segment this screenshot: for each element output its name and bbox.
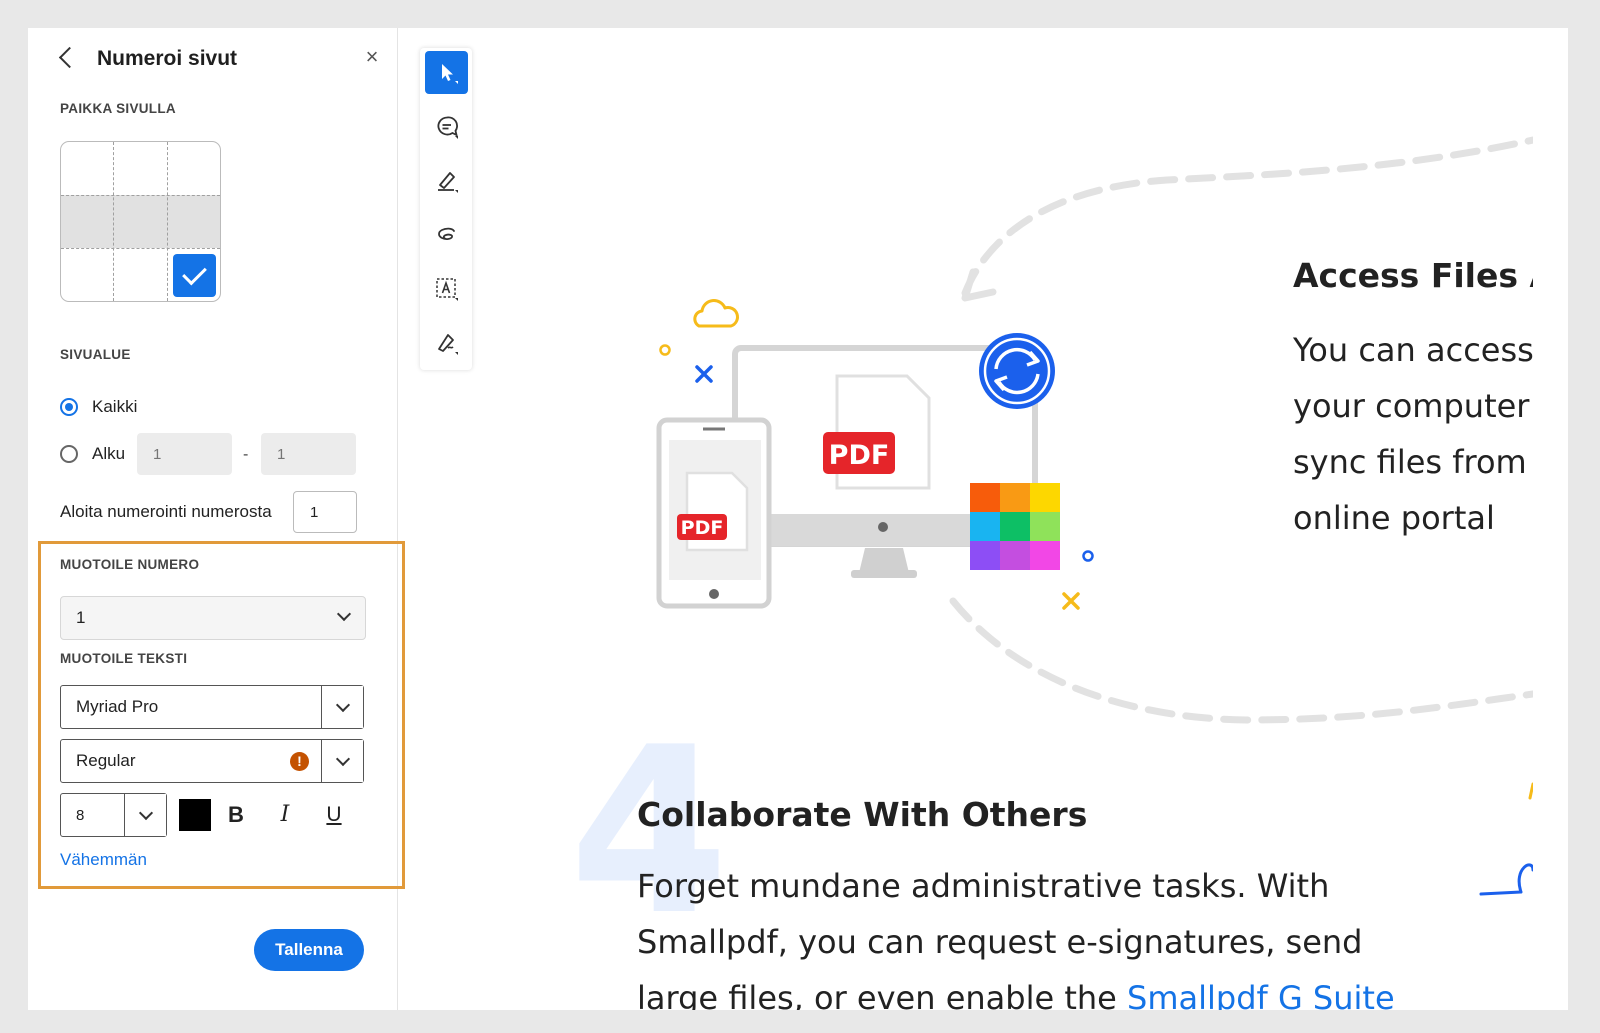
close-button[interactable]: × <box>360 45 384 69</box>
start-number-input[interactable] <box>293 491 357 533</box>
show-less-link[interactable]: Vähemmän <box>60 850 147 870</box>
range-start-option[interactable]: Alku <box>60 442 125 466</box>
range-start-radio[interactable] <box>60 445 78 463</box>
app-window: Numeroi sivut × PAIKKA SIVULLA SIVUALUE … <box>28 28 1568 1010</box>
back-button[interactable] <box>54 44 78 72</box>
cursor-arrow-icon <box>441 63 458 84</box>
cloud-icon <box>693 299 739 328</box>
font-style-select[interactable]: Regular ! <box>60 739 364 783</box>
chevron-down-icon <box>335 697 350 712</box>
number-format-select[interactable]: 1 <box>60 596 366 640</box>
collaborate-heading: Collaborate With Others <box>637 795 1088 834</box>
sign-tool-button[interactable] <box>425 321 468 364</box>
save-button[interactable]: Tallenna <box>254 929 364 971</box>
tool-rail <box>420 48 472 370</box>
start-number-label: Aloita numerointi numerosta <box>60 502 272 521</box>
position-grid-middle-row <box>61 195 220 248</box>
signature-pen-icon <box>437 333 458 355</box>
text-color-swatch[interactable] <box>179 799 211 831</box>
document-page: PDF PDF Access Files You can access your… <box>487 28 1533 1010</box>
position-label: PAIKKA SIVULLA <box>60 101 176 116</box>
font-style-dropdown-button[interactable] <box>321 740 363 782</box>
text-box-icon <box>435 277 458 301</box>
gsuite-link[interactable]: Smallpdf G Suite <box>1127 979 1395 1010</box>
range-label: SIVUALUE <box>60 347 131 362</box>
select-tool-button[interactable] <box>425 51 468 94</box>
panel-header: Numeroi sivut × <box>54 42 384 76</box>
font-size-dropdown-button[interactable] <box>124 794 166 836</box>
highlight-tool-button[interactable] <box>425 159 468 202</box>
font-size-select[interactable]: 8 <box>60 793 167 837</box>
panel-title: Numeroi sivut <box>97 47 238 70</box>
chevron-down-icon <box>138 805 153 820</box>
chevron-down-icon <box>335 751 350 766</box>
highlighter-pen-icon <box>437 171 458 193</box>
range-all-option[interactable]: Kaikki <box>60 395 137 419</box>
collaborate-paragraph: Forget mundane administrative tasks. Wit… <box>637 858 1395 1010</box>
text-tool-button[interactable] <box>425 267 468 310</box>
svg-text:PDF: PDF <box>681 517 724 539</box>
access-files-heading: Access Files Ar <box>1293 256 1533 295</box>
sync-icon <box>979 333 1055 409</box>
svg-text:PDF: PDF <box>829 440 890 471</box>
italic-button[interactable]: I <box>269 798 301 832</box>
page-numbering-panel: Numeroi sivut × PAIKKA SIVULLA SIVUALUE … <box>28 28 405 1010</box>
format-text-label: MUOTOILE TEKSTI <box>60 651 188 666</box>
access-files-paragraph: You can access your computer sync files … <box>1293 331 1533 537</box>
range-from-input[interactable] <box>137 433 232 475</box>
comment-bubble-icon <box>437 115 458 139</box>
format-number-label: MUOTOILE NUMERO <box>60 557 200 572</box>
lasso-draw-icon <box>437 227 455 240</box>
bold-button[interactable]: B <box>220 798 252 832</box>
position-bottom-right-selected[interactable] <box>173 254 216 297</box>
comment-tool-button[interactable] <box>425 105 468 148</box>
warning-icon: ! <box>290 752 309 771</box>
font-family-dropdown-button[interactable] <box>321 686 363 728</box>
range-to-input[interactable] <box>261 433 356 475</box>
underline-button[interactable]: U <box>318 798 350 832</box>
font-family-select[interactable]: Myriad Pro <box>60 685 364 729</box>
range-all-radio[interactable] <box>60 398 78 416</box>
draw-tool-button[interactable] <box>425 213 468 256</box>
position-grid <box>60 141 221 302</box>
